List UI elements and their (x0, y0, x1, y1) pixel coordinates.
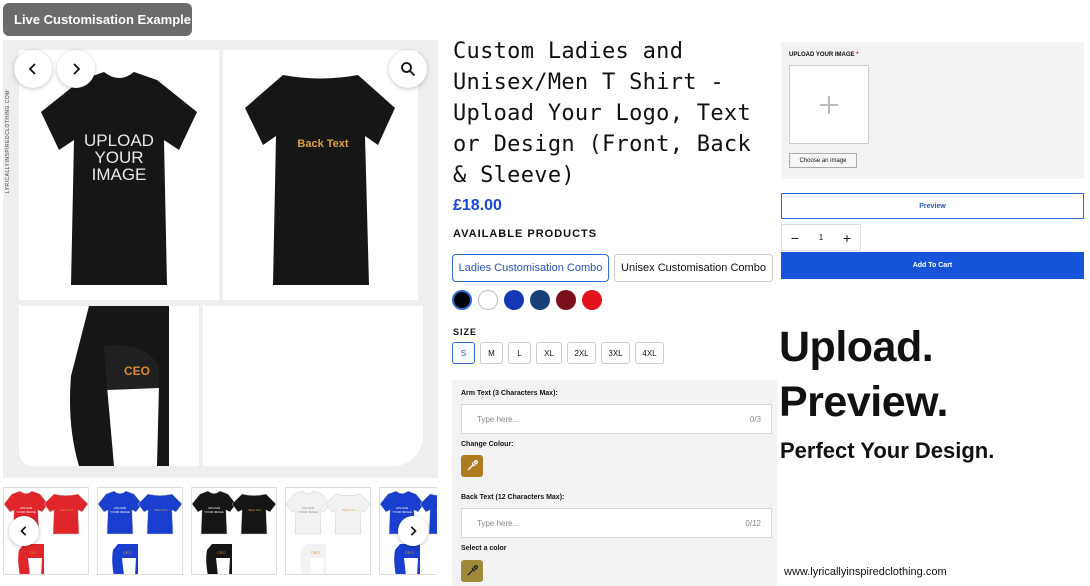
thumbnail-shirt-icon (192, 490, 276, 574)
zoom-button[interactable] (389, 50, 427, 88)
thumbnail-shirt-icon (286, 490, 370, 574)
thumbnail-strip: UPLOAD YOUR IMAGE Back Text CEO UPLOAD YOU… (3, 487, 437, 577)
size-option-3xl[interactable]: 3XL (601, 342, 630, 364)
colour-swatch[interactable] (478, 290, 498, 310)
thumbnail-sleeve-text: CEO (217, 550, 226, 555)
combo-unisex[interactable]: Unisex Customisation Combo (614, 254, 773, 282)
qty-value[interactable]: 1 (808, 233, 834, 242)
required-mark: * (856, 52, 859, 58)
back-text-counter: 0/12 (745, 518, 761, 528)
promo-line-upload: Upload. (779, 323, 934, 371)
thumbnail-upload-text: UPLOAD YOUR IMAGE (298, 506, 318, 514)
thumbnail-sleeve-text: CEO (311, 550, 320, 555)
front-text-line1: UPLOAD (84, 131, 154, 150)
thumbnail-white[interactable]: UPLOAD YOUR IMAGE Back Text CEO (285, 487, 371, 575)
thumbnail-back-text: Back Text (342, 508, 356, 512)
upload-label: UPLOAD YOUR IMAGE (789, 52, 855, 58)
arm-text-counter: 0/3 (749, 414, 761, 424)
thumbnail-upload-text: UPLOAD YOUR IMAGE (392, 506, 412, 514)
colour-swatch[interactable] (556, 290, 576, 310)
quantity-stepper: − 1 + (781, 224, 861, 251)
front-text-line3: IMAGE (91, 165, 147, 184)
size-option-m[interactable]: M (480, 342, 503, 364)
chevron-left-icon (28, 63, 36, 75)
chevron-right-icon (410, 526, 417, 536)
back-colour-picker[interactable] (461, 560, 483, 582)
back-text-input[interactable]: Type here... 0/12 (461, 508, 772, 538)
thumbnail-upload-text: UPLOAD YOUR IMAGE (204, 506, 224, 514)
arm-text-placeholder: Type here... (477, 414, 520, 424)
thumbnail-black[interactable]: UPLOAD YOUR IMAGE Back Text CEO (191, 487, 277, 575)
search-icon (401, 62, 416, 77)
colour-swatch[interactable] (582, 290, 602, 310)
thumbnail-shirt-icon (98, 490, 182, 574)
eyedropper-icon (467, 460, 478, 471)
size-label: SIZE (453, 327, 478, 337)
sleeve-text-print: CEO (123, 364, 150, 378)
thumbnail-back-text: Back Text (154, 508, 168, 512)
back-shirt-icon (245, 75, 395, 285)
qty-plus-button[interactable]: + (834, 230, 860, 246)
back-text-label: Back Text (12 Characters Max): (461, 494, 565, 501)
gallery-image-sleeve[interactable]: CEO (19, 306, 199, 466)
size-option-4xl[interactable]: 4XL (635, 342, 664, 364)
colour-swatch[interactable] (504, 290, 524, 310)
promo-line-preview: Preview. (779, 378, 948, 426)
vertical-brand-text: LYRICALLYINSPIREDCLOTHING.COM (5, 90, 11, 194)
size-option-2xl[interactable]: 2XL (567, 342, 596, 364)
change-colour-label: Change Colour: (461, 441, 514, 448)
arm-text-label: Arm Text (3 Characters Max): (461, 390, 558, 397)
gallery-next-button[interactable] (57, 50, 95, 88)
gallery-prev-button[interactable] (14, 50, 52, 88)
size-option-xl[interactable]: XL (536, 342, 562, 364)
promo-line-perfect: Perfect Your Design. (780, 438, 995, 463)
thumbnail-back-text: Back Text (60, 508, 74, 512)
product-price: £18.00 (453, 197, 502, 214)
thumbnail-sleeve-text: CEO (405, 550, 414, 555)
qty-minus-button[interactable]: − (782, 230, 808, 246)
arm-text-input[interactable]: Type here... 0/3 (461, 404, 772, 434)
choose-image-button[interactable]: Choose an image (789, 153, 857, 168)
thumbnail-upload-text: UPLOAD YOUR IMAGE (110, 506, 130, 514)
sleeve-shirt-icon (70, 306, 169, 466)
select-colour-label: Select a color (461, 545, 507, 552)
thumbnail-upload-text: UPLOAD YOUR IMAGE (16, 506, 36, 514)
chevron-left-icon (20, 526, 27, 536)
add-to-cart-button[interactable]: Add To Cart (781, 252, 1084, 279)
chevron-right-icon (73, 63, 81, 75)
front-text-line2: YOUR (94, 148, 144, 167)
arm-colour-picker[interactable] (461, 455, 483, 477)
available-products-label: AVAILABLE PRODUCTS (453, 228, 598, 240)
gallery-image-front[interactable]: UPLOAD YOUR IMAGE (19, 50, 219, 300)
product-title: Custom Ladies and Unisex/Men T Shirt - U… (453, 39, 751, 188)
eyedropper-icon (467, 565, 478, 576)
size-option-s[interactable]: S (452, 342, 475, 364)
thumbs-prev-button[interactable] (9, 516, 39, 546)
plus-icon (820, 95, 838, 114)
live-customisation-badge: Live Customisation Example (3, 3, 192, 36)
thumbnail-back-text: Back Text (432, 508, 438, 512)
thumbs-next-button[interactable] (398, 516, 428, 546)
product-gallery: LYRICALLYINSPIREDCLOTHING.COM UPLOAD YOU… (3, 40, 438, 478)
gallery-image-blank (203, 306, 423, 466)
website-url: www.lyricallyinspiredclothing.com (784, 566, 947, 578)
thumbnail-back-text: Back Text (248, 508, 262, 512)
upload-dropzone[interactable] (789, 65, 869, 144)
back-text-print: Back Text (297, 138, 349, 150)
thumbnail-sleeve-text: CEO (123, 550, 132, 555)
colour-swatch[interactable] (452, 290, 472, 310)
customisation-panel: Arm Text (3 Characters Max): Type here..… (452, 380, 777, 586)
combo-ladies[interactable]: Ladies Customisation Combo (452, 254, 609, 282)
thumbnail-sleeve-text: CEO (29, 550, 38, 555)
preview-button[interactable]: Preview (781, 193, 1084, 219)
thumbnail-blue[interactable]: UPLOAD YOUR IMAGE Back Text CEO (97, 487, 183, 575)
back-text-placeholder: Type here... (477, 518, 520, 528)
upload-label-wrap: UPLOAD YOUR IMAGE * (789, 52, 859, 58)
size-option-l[interactable]: L (508, 342, 531, 364)
upload-panel: UPLOAD YOUR IMAGE * Choose an image (781, 42, 1084, 179)
gallery-image-back[interactable]: Back Text (223, 50, 418, 300)
colour-swatch[interactable] (530, 290, 550, 310)
